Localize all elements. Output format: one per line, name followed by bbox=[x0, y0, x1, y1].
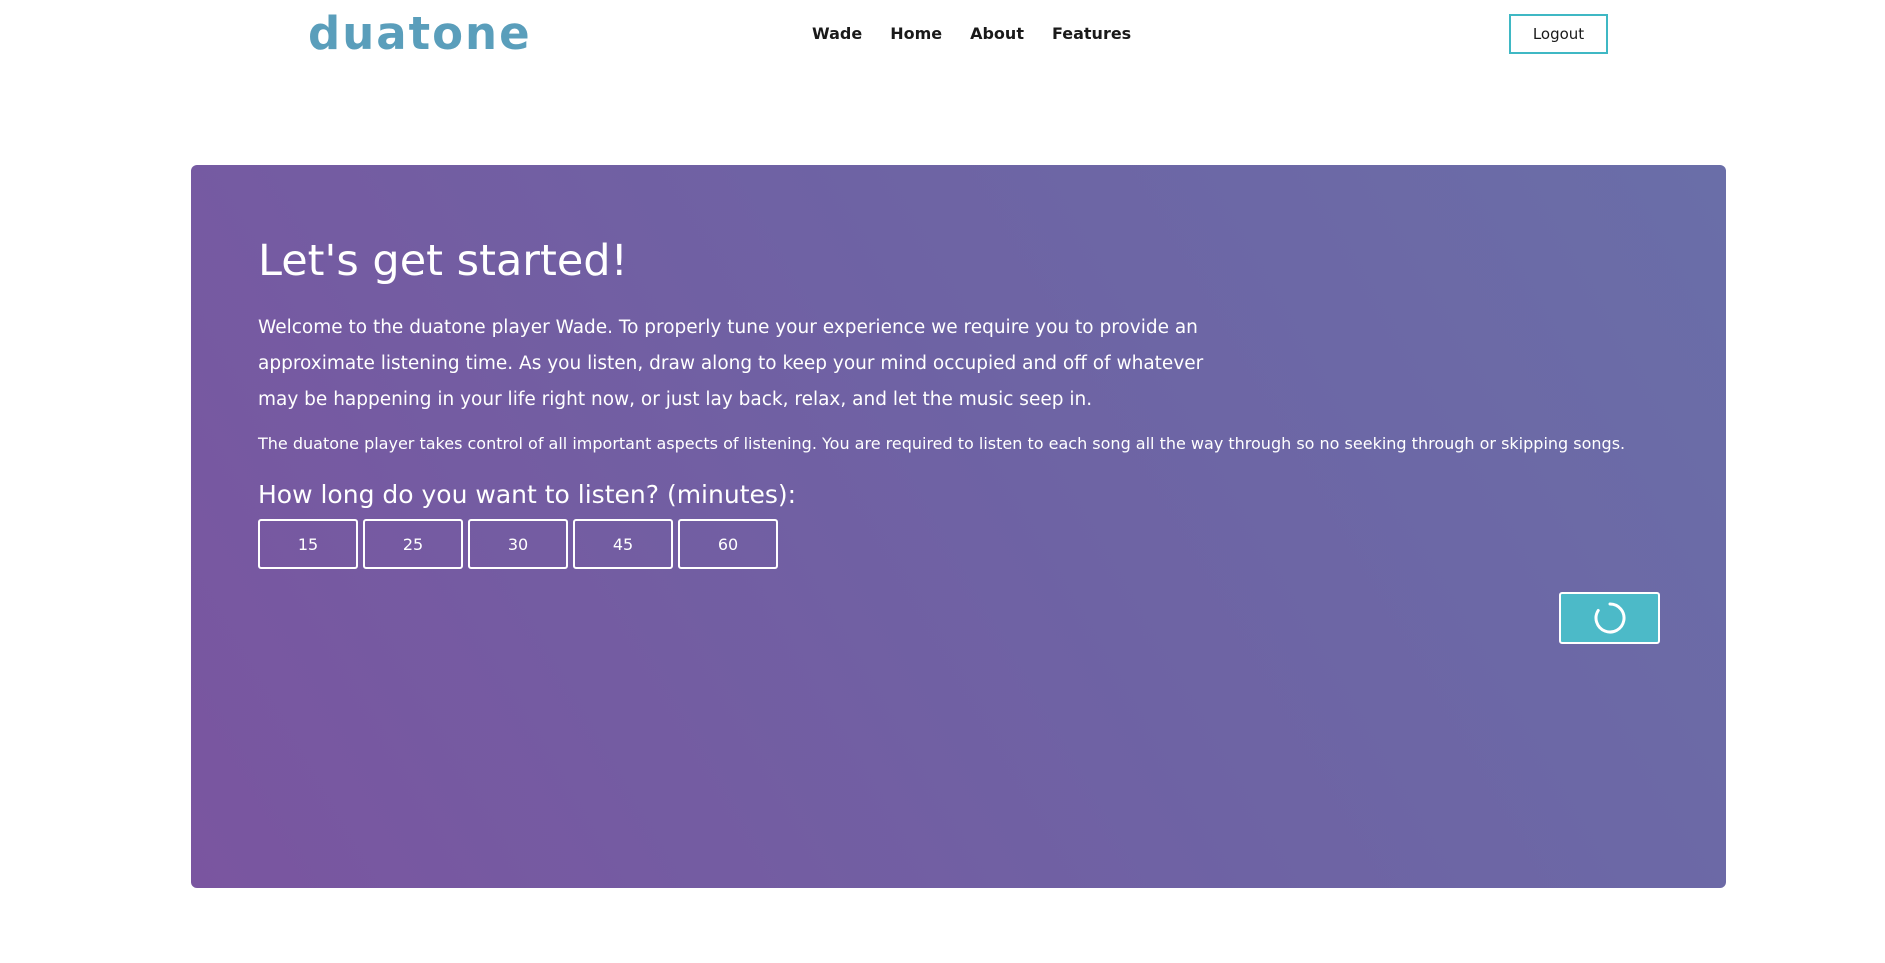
duatone-logo[interactable]: duatone bbox=[308, 6, 532, 62]
logout-button[interactable]: Logout bbox=[1509, 14, 1608, 54]
nav-item-about[interactable]: About bbox=[956, 22, 1038, 46]
duration-option-45[interactable]: 45 bbox=[573, 519, 673, 569]
duration-options: 15 25 30 45 60 bbox=[258, 519, 778, 569]
duration-option-15[interactable]: 15 bbox=[258, 519, 358, 569]
duration-question: How long do you want to listen? (minutes… bbox=[258, 480, 797, 509]
main-nav: Wade Home About Features bbox=[812, 22, 1145, 46]
setup-card: Let's get started! Welcome to the duaton… bbox=[191, 165, 1726, 888]
duration-option-30[interactable]: 30 bbox=[468, 519, 568, 569]
notice-text: The duatone player takes control of all … bbox=[258, 434, 1626, 453]
duration-option-60[interactable]: 60 bbox=[678, 519, 778, 569]
intro-text: Welcome to the duatone player Wade. To p… bbox=[258, 317, 1204, 410]
duration-option-25[interactable]: 25 bbox=[363, 519, 463, 569]
page-title: Let's get started! bbox=[258, 236, 628, 286]
start-button[interactable] bbox=[1559, 592, 1660, 644]
loading-spinner-icon bbox=[1594, 602, 1626, 634]
site-header: duatone Wade Home About Features Logout bbox=[0, 0, 1885, 70]
nav-item-home[interactable]: Home bbox=[876, 22, 956, 46]
nav-item-features[interactable]: Features bbox=[1038, 22, 1145, 46]
nav-item-wade[interactable]: Wade bbox=[812, 22, 876, 46]
